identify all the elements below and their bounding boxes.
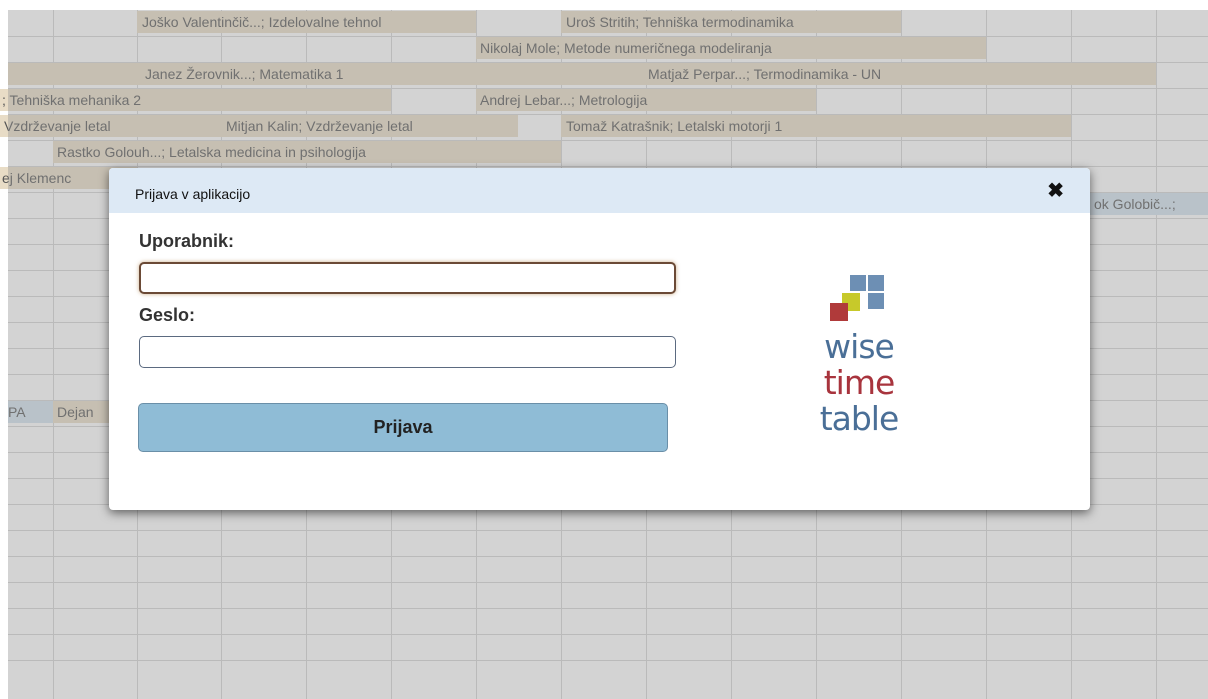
logo-squares-icon (830, 275, 884, 321)
logo-text-table: table (819, 399, 900, 438)
login-button[interactable]: Prijava (138, 403, 668, 452)
password-label: Geslo: (139, 305, 196, 325)
logo-text-wise: wise (824, 327, 895, 366)
logo-text-time: time (823, 363, 896, 402)
close-icon[interactable]: ✖ (1047, 180, 1064, 202)
wise-timetable-logo: wise time table (809, 273, 909, 443)
username-label: Uporabnik: (139, 231, 235, 251)
login-dialog: Prijava v aplikacijo ✖ Uporabnik: Geslo:… (109, 168, 1090, 510)
username-input[interactable] (139, 262, 676, 294)
dialog-title: Prijava v aplikacijo (135, 186, 251, 202)
dialog-header: Prijava v aplikacijo ✖ (109, 168, 1090, 213)
password-input[interactable] (139, 336, 676, 368)
